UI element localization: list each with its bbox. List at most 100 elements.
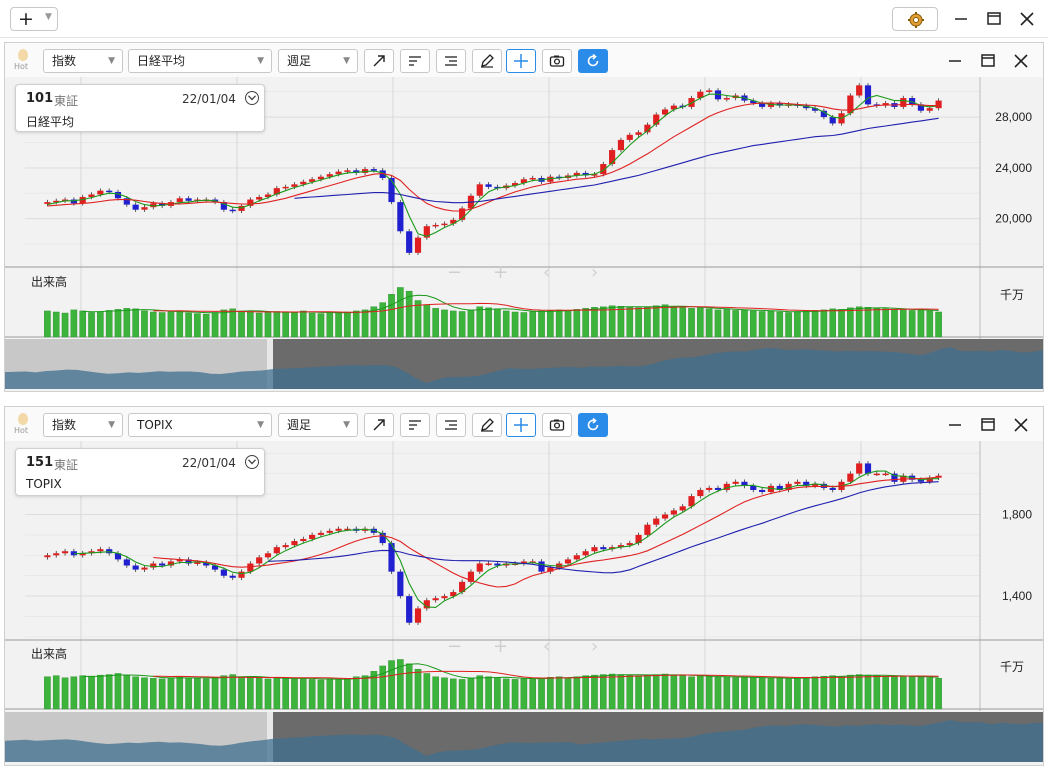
- volume-bar: [194, 678, 201, 710]
- candle-body: [935, 100, 942, 109]
- scroll-right-icon[interactable]: ›: [591, 636, 598, 658]
- screenshot-button[interactable]: [542, 49, 572, 73]
- panel-minimize-icon[interactable]: [945, 415, 965, 435]
- zoom-in-icon[interactable]: +: [493, 636, 508, 658]
- volume-bar: [238, 310, 245, 338]
- last-date: 22/01/04: [182, 456, 236, 470]
- trend-line-button[interactable]: [364, 413, 394, 437]
- chart-panel-topix: Hot 指数▼ TOPIX▼ 週足▼ 1,8001,40019/04/0119/…: [4, 406, 1044, 766]
- draw-button[interactable]: [472, 49, 502, 73]
- candle-body: [397, 202, 404, 232]
- maximize-icon[interactable]: [983, 8, 1005, 30]
- volume-bar: [247, 677, 254, 710]
- volume-bar: [61, 312, 69, 338]
- crosshair-button[interactable]: [506, 49, 536, 73]
- volume-bar: [564, 310, 572, 338]
- volume-bar: [114, 309, 122, 338]
- volume-bar: [335, 312, 342, 338]
- candle-body: [829, 487, 836, 490]
- add-chart-button[interactable]: + ▼: [10, 7, 58, 31]
- settings-button[interactable]: [892, 7, 938, 31]
- volume-bar: [882, 675, 889, 710]
- period-select[interactable]: 週足 ▼: [278, 413, 358, 437]
- volume-bar: [820, 309, 828, 338]
- panel-maximize-icon[interactable]: [978, 51, 998, 71]
- refresh-icon: [587, 53, 599, 67]
- right-align-button[interactable]: [436, 49, 466, 73]
- candle-body: [97, 549, 104, 552]
- volume-bar: [520, 312, 528, 338]
- panel-maximize-icon[interactable]: [978, 415, 998, 435]
- volume-bar: [564, 677, 572, 710]
- symbol-select-value: 日経平均: [137, 54, 186, 68]
- volume-bar: [829, 675, 836, 710]
- category-select[interactable]: 指数 ▼: [43, 413, 123, 437]
- zoom-in-icon[interactable]: +: [493, 262, 508, 284]
- scroll-left-icon[interactable]: ‹: [543, 636, 550, 658]
- volume-bar: [220, 309, 228, 338]
- volume-bar: [908, 676, 916, 710]
- volume-bar: [538, 310, 545, 338]
- volume-bar: [326, 678, 334, 710]
- trend-line-button[interactable]: [364, 49, 394, 73]
- close-icon[interactable]: [1016, 8, 1038, 30]
- hot-badge[interactable]: Hot: [13, 413, 35, 439]
- volume-bar: [450, 310, 457, 338]
- volume-bar: [732, 310, 739, 338]
- volume-bar: [150, 678, 157, 710]
- expand-info-button[interactable]: [245, 91, 259, 105]
- hot-badge[interactable]: Hot: [13, 49, 35, 75]
- volume-bar: [132, 676, 139, 710]
- camera-icon: [549, 419, 565, 431]
- range-overview[interactable]: [5, 712, 1043, 762]
- flame-icon: [18, 49, 28, 61]
- candle-body: [309, 534, 316, 539]
- y-tick-label: 1,400: [1002, 589, 1032, 603]
- right-align-button[interactable]: [436, 413, 466, 437]
- scroll-left-icon[interactable]: ‹: [543, 262, 550, 284]
- volume-bar: [847, 674, 854, 710]
- refresh-button[interactable]: [578, 413, 608, 437]
- volume-bar: [750, 310, 757, 338]
- left-align-button[interactable]: [400, 413, 430, 437]
- volume-label: 出来高: [31, 275, 68, 289]
- expand-info-button[interactable]: [245, 455, 259, 469]
- volume-bar: [88, 675, 95, 710]
- panel-minimize-icon[interactable]: [945, 51, 965, 71]
- volume-bar: [502, 310, 510, 338]
- volume-bar: [335, 679, 342, 710]
- volume-bar: [185, 677, 192, 710]
- left-align-button[interactable]: [400, 49, 430, 73]
- panel-close-icon[interactable]: [1011, 415, 1031, 435]
- crosshair-button[interactable]: [506, 413, 536, 437]
- volume-bar: [679, 675, 686, 710]
- candle-body: [732, 481, 739, 484]
- volume-bar: [414, 300, 422, 338]
- volume-bar: [282, 678, 289, 710]
- candle-body: [344, 170, 351, 172]
- candle-body: [485, 563, 492, 565]
- refresh-button[interactable]: [578, 49, 608, 73]
- period-select[interactable]: 週足 ▼: [278, 49, 358, 73]
- volume-bar: [705, 676, 713, 710]
- category-select[interactable]: 指数 ▼: [43, 49, 123, 73]
- draw-button[interactable]: [472, 413, 502, 437]
- volume-bar: [661, 304, 669, 338]
- range-overview[interactable]: [5, 339, 1043, 389]
- zoom-out-icon[interactable]: −: [447, 636, 462, 658]
- symbol-select[interactable]: 日経平均 ▼: [128, 49, 272, 73]
- candle-body: [264, 553, 272, 558]
- period-select-value: 週足: [287, 54, 312, 68]
- candle-body: [706, 487, 713, 490]
- volume-bar: [132, 308, 139, 338]
- zoom-out-icon[interactable]: −: [447, 262, 462, 284]
- candle-body: [53, 553, 60, 556]
- volume-bar: [644, 674, 651, 710]
- candle-body: [856, 85, 863, 96]
- symbol-select[interactable]: TOPIX ▼: [128, 413, 272, 437]
- screenshot-button[interactable]: [542, 413, 572, 437]
- minimize-icon[interactable]: [950, 8, 972, 30]
- panel-close-icon[interactable]: [1011, 51, 1031, 71]
- scroll-right-icon[interactable]: ›: [591, 262, 598, 284]
- volume-bar: [494, 308, 501, 338]
